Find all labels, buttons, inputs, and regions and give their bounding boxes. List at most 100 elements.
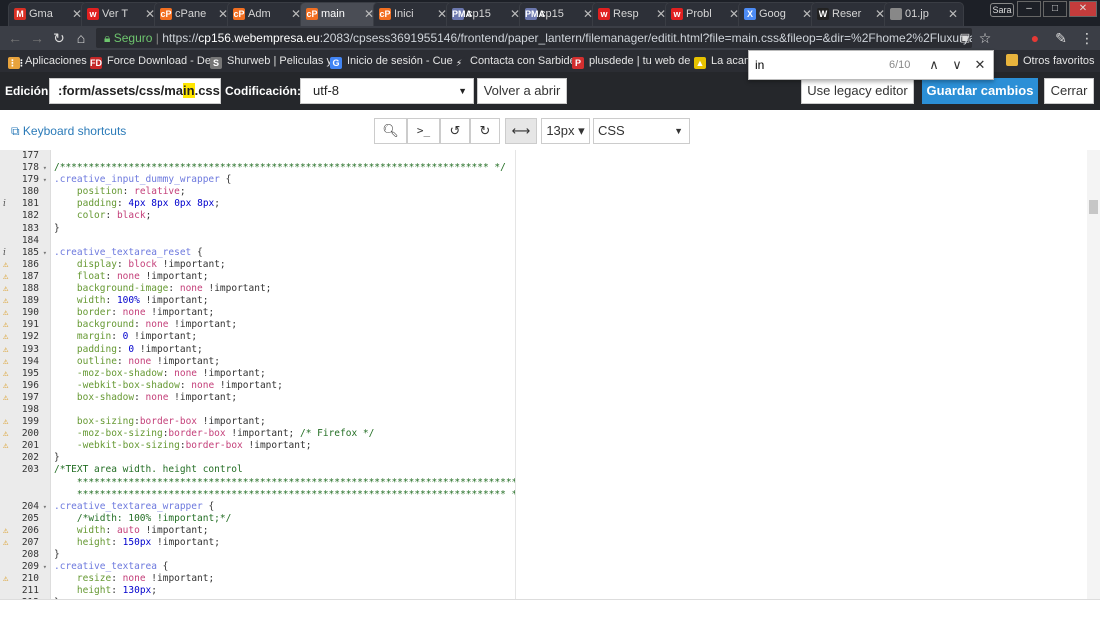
code-line[interactable]: ****************************************… [51, 477, 515, 489]
warning-icon[interactable]: ⚠ [3, 537, 8, 549]
tab-4[interactable]: cP main ✕ [300, 2, 380, 26]
bookmark-1[interactable]: FD Force Download - De [90, 50, 211, 72]
code-line[interactable]: /*width: 100% !important;*/ [51, 513, 515, 525]
bookmark-2[interactable]: S Shurweb | Peliculas y [210, 50, 332, 72]
tab-11[interactable]: W Reser ✕ [811, 2, 891, 26]
tab-1[interactable]: w Ver T ✕ [81, 2, 161, 26]
code-line[interactable]: .creative_input_dummy_wrapper { [51, 174, 515, 186]
redo-icon[interactable]: ↻ [470, 118, 500, 144]
home-icon[interactable]: ⌂ [72, 29, 90, 47]
code-line[interactable]: background-image: none !important; [51, 283, 515, 295]
font-size-select[interactable]: 13px ▾ [541, 118, 590, 144]
wrap-toggle-icon[interactable]: ⟷ [505, 118, 537, 144]
translate-page-icon[interactable]: ▣ [956, 29, 974, 47]
warning-icon[interactable]: ⚠ [3, 307, 8, 319]
code-line[interactable]: box-shadow: none !important; [51, 392, 515, 404]
fold-toggle-icon[interactable]: ▾ [43, 174, 47, 186]
code-line[interactable]: /***************************************… [51, 162, 515, 174]
fold-toggle-icon[interactable]: ▾ [43, 561, 47, 573]
code-line[interactable] [51, 150, 515, 162]
find-input[interactable]: in [755, 58, 764, 72]
code-line[interactable]: color: black; [51, 210, 515, 222]
close-window-button[interactable]: ✕ [1069, 1, 1097, 17]
fold-toggle-icon[interactable]: ▾ [43, 501, 47, 513]
code-line[interactable]: resize: none !important; [51, 573, 515, 585]
warning-icon[interactable]: ⚠ [3, 319, 8, 331]
code-line[interactable]: border: none !important; [51, 307, 515, 319]
horizontal-scrollbar[interactable] [0, 599, 1100, 618]
code-line[interactable]: -moz-box-shadow: none !important; [51, 368, 515, 380]
find-close-icon[interactable]: ✕ [971, 56, 989, 74]
find-previous-icon[interactable]: ∧ [925, 56, 943, 74]
undo-icon[interactable]: ↺ [440, 118, 470, 144]
warning-icon[interactable]: ⚠ [3, 380, 8, 392]
forward-icon[interactable]: → [28, 29, 46, 47]
warning-icon[interactable]: ⚠ [3, 416, 8, 428]
line-gutter[interactable]: 177 178 ▾ 179 ▾ 180 i 181 182 183 184 i 185 ▾ ⚠ 186 ⚠ 187… [0, 150, 51, 608]
code-line[interactable]: -moz-box-sizing:border-box !important; /… [51, 428, 515, 440]
file-path-input[interactable]: :form/assets/css/main.css [49, 78, 221, 104]
code-line[interactable]: /*TEXT area width. height control [51, 464, 515, 476]
maximize-button[interactable]: □ [1043, 1, 1067, 17]
profile-badge[interactable]: Sara [990, 3, 1014, 17]
bookmark-0[interactable]: ⋮⋮Aplicaciones [8, 50, 87, 72]
code-line[interactable]: margin: 0 !important; [51, 331, 515, 343]
tab-9[interactable]: w Probl ✕ [665, 2, 745, 26]
code-line[interactable]: } [51, 223, 515, 235]
info-icon[interactable]: i [3, 198, 6, 210]
code-line[interactable]: box-sizing:border-box !important; [51, 416, 515, 428]
search-icon[interactable]: 🔍︎ [374, 118, 407, 144]
code-line[interactable]: outline: none !important; [51, 356, 515, 368]
encoding-select[interactable]: utf-8 ▼ [300, 78, 474, 104]
opera-extension-icon[interactable]: ● [1026, 29, 1044, 47]
bookmark-4[interactable]: ⚡ Contacta con Sarbide [453, 50, 576, 72]
code-line[interactable]: .creative_textarea { [51, 561, 515, 573]
warning-icon[interactable]: ⚠ [3, 392, 8, 404]
bookmark-5[interactable]: Pplusdede | tu web de [572, 50, 690, 72]
close-button[interactable]: Cerrar [1044, 78, 1094, 104]
warning-icon[interactable]: ⚠ [3, 573, 8, 585]
warning-icon[interactable]: ⚠ [3, 271, 8, 283]
warning-icon[interactable]: ⚠ [3, 259, 8, 271]
code-editor[interactable]: /***************************************… [51, 150, 515, 599]
tab-7[interactable]: PMA cp15 ✕ [519, 2, 599, 26]
fold-toggle-icon[interactable]: ▾ [43, 162, 47, 174]
info-icon[interactable]: i [3, 247, 6, 259]
minimize-button[interactable]: – [1017, 1, 1041, 17]
extension-icon[interactable]: ✎ [1052, 29, 1070, 47]
code-line[interactable]: background: none !important; [51, 319, 515, 331]
code-line[interactable]: width: 100% !important; [51, 295, 515, 307]
mode-select[interactable]: CSS ▼ [593, 118, 690, 144]
warning-icon[interactable]: ⚠ [3, 356, 8, 368]
code-line[interactable]: .creative_textarea_reset { [51, 247, 515, 259]
tab-3[interactable]: cP Adm ✕ [227, 2, 307, 26]
back-icon[interactable]: ← [6, 29, 24, 47]
menu-icon[interactable]: ⋮ [1078, 29, 1096, 47]
code-line[interactable]: padding: 0 !important; [51, 344, 515, 356]
tab-12[interactable]: 01.jp ✕ [884, 2, 964, 26]
warning-icon[interactable]: ⚠ [3, 295, 8, 307]
code-line[interactable]: -webkit-box-sizing:border-box !important… [51, 440, 515, 452]
fold-toggle-icon[interactable]: ▾ [43, 247, 47, 259]
code-line[interactable]: display: block !important; [51, 259, 515, 271]
bookmark-star-icon[interactable]: ☆ [976, 29, 994, 47]
code-line[interactable]: .creative_textarea_wrapper { [51, 501, 515, 513]
address-bar[interactable]: 🔒︎ Seguro | https://cp156.webempresa.eu:… [96, 28, 972, 48]
code-line[interactable]: float: none !important; [51, 271, 515, 283]
vertical-scrollbar[interactable] [1087, 150, 1100, 599]
legacy-editor-button[interactable]: Use legacy editor [801, 78, 914, 104]
code-line[interactable]: } [51, 549, 515, 561]
code-line[interactable]: width: auto !important; [51, 525, 515, 537]
find-next-icon[interactable]: ∨ [948, 56, 966, 74]
bookmark-7[interactable]: Otros favoritos [1006, 50, 1095, 72]
code-line[interactable]: -webkit-box-shadow: none !important; [51, 380, 515, 392]
code-line[interactable]: position: relative; [51, 186, 515, 198]
tab-6[interactable]: PMA cp15 ✕ [446, 2, 526, 26]
tab-2[interactable]: cP cPane ✕ [154, 2, 234, 26]
code-line[interactable]: height: 130px; [51, 585, 515, 597]
reopen-button[interactable]: Volver a abrir [477, 78, 567, 104]
tab-0[interactable]: M Gma ✕ [8, 2, 88, 26]
tab-8[interactable]: w Resp ✕ [592, 2, 672, 26]
warning-icon[interactable]: ⚠ [3, 331, 8, 343]
warning-icon[interactable]: ⚠ [3, 440, 8, 452]
